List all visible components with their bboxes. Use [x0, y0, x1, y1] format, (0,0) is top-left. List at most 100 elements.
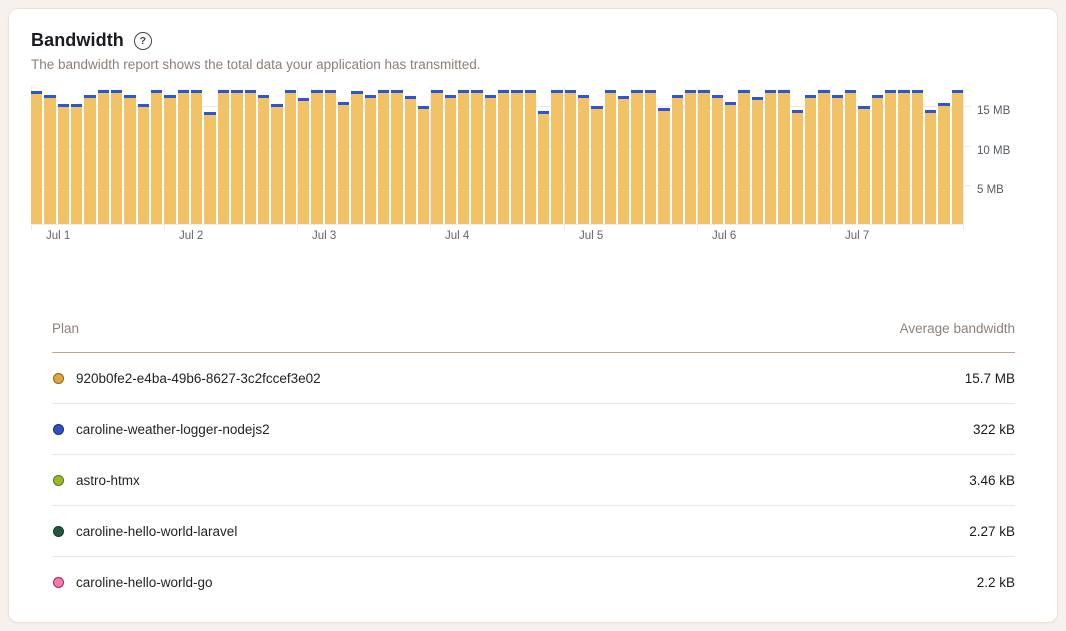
chart-bar[interactable] [565, 90, 576, 224]
chart-plot-area[interactable]: Jul 1Jul 2Jul 3Jul 4Jul 5Jul 6Jul 7 [31, 86, 964, 225]
chart-bar[interactable] [124, 95, 135, 224]
average-bandwidth-value: 2.27 kB [969, 524, 1015, 539]
chart-bar[interactable] [431, 90, 442, 224]
bar-segment-base [498, 93, 509, 224]
chart-bar[interactable] [458, 90, 469, 224]
chart-bar[interactable] [151, 90, 162, 224]
chart-bar[interactable] [445, 95, 456, 224]
average-bandwidth-value: 3.46 kB [969, 473, 1015, 488]
bar-segment-base [605, 93, 616, 224]
chart-bar[interactable] [511, 90, 522, 224]
chart-bar[interactable] [325, 90, 336, 224]
chart-bar[interactable] [765, 90, 776, 224]
chart-bar[interactable] [258, 95, 269, 224]
chart-bar[interactable] [378, 90, 389, 224]
table-row[interactable]: caroline-weather-logger-nodejs2322 kB [52, 404, 1015, 455]
bar-segment-base [672, 98, 683, 224]
chart-bar[interactable] [778, 90, 789, 224]
chart-bar[interactable] [925, 110, 936, 224]
chart-bar[interactable] [204, 112, 215, 224]
chart-bar[interactable] [218, 90, 229, 224]
chart-bar[interactable] [912, 90, 923, 224]
bar-segment-base [311, 93, 322, 224]
chart-bar[interactable] [832, 95, 843, 224]
chart-bar[interactable] [44, 95, 55, 224]
x-axis-tick-label: Jul 7 [845, 230, 869, 242]
bar-segment-base [591, 109, 602, 224]
chart-bar[interactable] [245, 90, 256, 224]
chart-bar[interactable] [872, 95, 883, 224]
chart-bar[interactable] [298, 98, 309, 224]
chart-bar[interactable] [938, 103, 949, 224]
chart-bar[interactable] [365, 95, 376, 224]
bar-segment-base [765, 93, 776, 224]
chart-bar[interactable] [738, 90, 749, 224]
chart-bar[interactable] [58, 104, 69, 224]
table-row[interactable]: caroline-hello-world-laravel2.27 kB [52, 506, 1015, 557]
chart-bar[interactable] [698, 90, 709, 224]
bar-segment-base [44, 98, 55, 224]
chart-bar[interactable] [525, 90, 536, 224]
chart-bar[interactable] [485, 95, 496, 224]
chart-bar[interactable] [231, 90, 242, 224]
chart-bar[interactable] [952, 90, 963, 224]
chart-bar[interactable] [31, 91, 42, 224]
chart-bar[interactable] [498, 90, 509, 224]
chart-bar[interactable] [405, 96, 416, 224]
chart-bar[interactable] [805, 95, 816, 224]
chart-bar[interactable] [605, 90, 616, 224]
chart-bar[interactable] [271, 104, 282, 224]
bar-segment-base [631, 93, 642, 224]
chart-bar[interactable] [471, 90, 482, 224]
x-axis-tick-label: Jul 3 [312, 230, 336, 242]
bar-segment-base [738, 93, 749, 224]
table-row[interactable]: astro-htmx3.46 kB [52, 455, 1015, 506]
chart-bar[interactable] [792, 110, 803, 224]
chart-bar[interactable] [845, 90, 856, 224]
chart-bar[interactable] [712, 95, 723, 224]
chart-bar[interactable] [391, 90, 402, 224]
chart-bar[interactable] [578, 95, 589, 224]
chart-bar[interactable] [538, 111, 549, 224]
chart-bar[interactable] [311, 90, 322, 224]
chart-bar[interactable] [885, 90, 896, 224]
chart-bar[interactable] [418, 106, 429, 224]
chart-bar[interactable] [658, 108, 669, 224]
chart-bar[interactable] [591, 106, 602, 224]
chart-bar[interactable] [898, 90, 909, 224]
chart-bar[interactable] [725, 102, 736, 224]
chart-bar[interactable] [818, 90, 829, 224]
chart-bar[interactable] [631, 90, 642, 224]
chart-bar[interactable] [351, 91, 362, 224]
chart-bar[interactable] [111, 90, 122, 224]
chart-bar[interactable] [71, 104, 82, 224]
chart-bar[interactable] [618, 96, 629, 224]
bar-segment-base [111, 93, 122, 224]
bar-segment-base [391, 93, 402, 224]
chart-bar[interactable] [138, 104, 149, 224]
chart-bar[interactable] [84, 95, 95, 224]
help-icon[interactable]: ? [134, 32, 152, 50]
chart-bar[interactable] [338, 102, 349, 224]
chart-bar[interactable] [645, 90, 656, 224]
average-bandwidth-value: 322 kB [973, 422, 1015, 437]
y-axis-tick-label: 5 MB [977, 184, 1004, 196]
chart-bar[interactable] [285, 90, 296, 224]
chart-bar[interactable] [685, 90, 696, 224]
chart-bar[interactable] [551, 90, 562, 224]
chart-bar[interactable] [178, 90, 189, 224]
bar-segment-base [485, 98, 496, 224]
bar-segment-base [418, 109, 429, 224]
chart-bar[interactable] [752, 97, 763, 224]
bar-segment-base [71, 107, 82, 224]
bar-segment-base [698, 93, 709, 224]
table-row[interactable]: caroline-hello-world-go2.2 kB [52, 557, 1015, 607]
chart-bar[interactable] [858, 106, 869, 224]
table-row[interactable]: 920b0fe2-e4ba-49b6-8627-3c2fccef3e0215.7… [52, 353, 1015, 404]
chart-bar[interactable] [672, 95, 683, 224]
chart-bar[interactable] [98, 90, 109, 224]
bar-segment-base [405, 99, 416, 224]
chart-bar[interactable] [191, 90, 202, 224]
bar-segment-base [712, 98, 723, 224]
chart-bar[interactable] [164, 95, 175, 224]
